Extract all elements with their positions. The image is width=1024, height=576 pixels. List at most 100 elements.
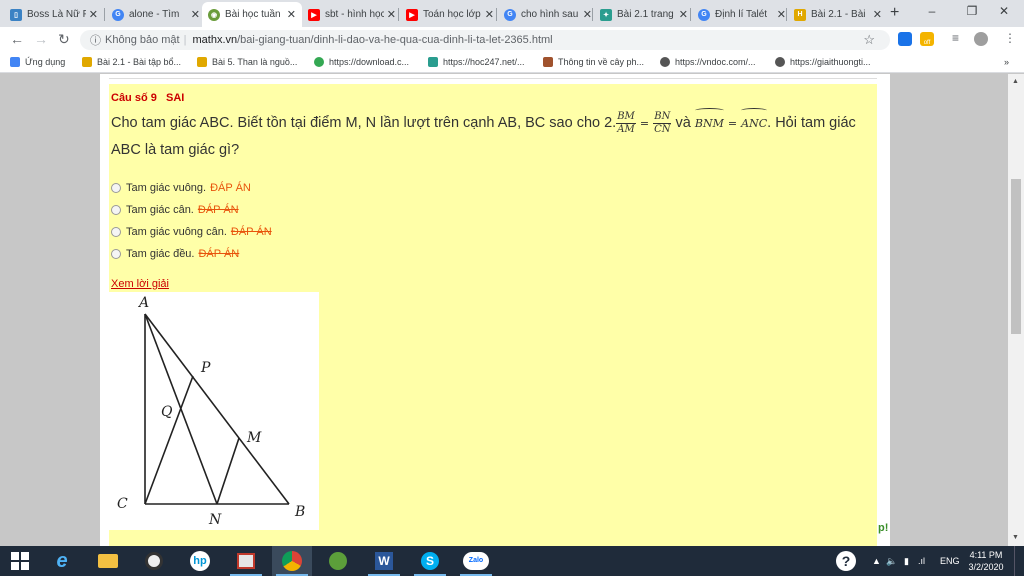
google-icon: G <box>112 8 124 21</box>
minimize-button[interactable]: – <box>912 0 952 22</box>
show-desktop-button[interactable] <box>1014 546 1024 576</box>
option-right-triangle[interactable]: Tam giác vuông. ĐÁP ÁN <box>111 182 251 194</box>
system-clock[interactable]: 4:11 PM 3/2/2020 <box>960 549 1012 573</box>
view-solution-link[interactable]: Xem lời giải <box>111 278 169 290</box>
close-icon[interactable]: ✕ <box>287 8 296 21</box>
tab-bai-hoc-tuan[interactable]: ◉ Bài học tuần ✕ <box>202 2 302 27</box>
hp-icon[interactable]: hp <box>180 546 220 576</box>
greenshot-icon[interactable] <box>318 546 358 576</box>
label-c: C <box>117 496 128 512</box>
bookmark-label: https://giaithuongti... <box>790 57 871 67</box>
answer-mark-struck: ĐÁP ÁN <box>197 204 239 216</box>
reload-icon[interactable]: ↻ <box>58 31 70 48</box>
radio-button[interactable] <box>111 227 121 237</box>
bookmark-item[interactable]: https://hoc247.net/... <box>428 57 525 67</box>
skype-icon[interactable]: S <box>410 546 450 576</box>
bookmark-item[interactable]: Bài 2.1 - Bài tập bổ... <box>82 57 181 67</box>
radio-button[interactable] <box>111 183 121 193</box>
media-icon[interactable] <box>134 546 174 576</box>
signal-icon[interactable]: .ıl <box>918 546 925 576</box>
vertical-scrollbar[interactable]: ▲ ▼ <box>1008 74 1024 546</box>
info-icon[interactable]: ⓘ <box>90 32 101 48</box>
volume-icon[interactable]: 🔈 <box>886 546 897 576</box>
close-icon[interactable]: ✕ <box>873 8 882 21</box>
tab-toan-hoc-lop[interactable]: ▶ Toán học lớp ✕ <box>400 2 500 27</box>
equals-sign: = <box>639 117 650 130</box>
question-text-before: Cho tam giác ABC. Biết tồn tại điểm M, N… <box>111 115 617 131</box>
url-host[interactable]: mathx.vn <box>192 34 237 46</box>
bookmark-label: Bài 5. Than là nguồ... <box>212 57 298 67</box>
tab-dinh-li-talet[interactable]: G Định lí Talét ✕ <box>692 2 792 27</box>
tab-sbt-hinh-hoc[interactable]: ▶ sbt - hình học ✕ <box>302 2 402 27</box>
question-text: Cho tam giác ABC. Biết tồn tại điểm M, N… <box>111 108 876 163</box>
avatar[interactable] <box>974 32 988 46</box>
adblock-off-icon[interactable]: off <box>920 32 934 46</box>
radio-button[interactable] <box>111 249 121 259</box>
youtube-icon: ▶ <box>308 8 320 21</box>
help-icon[interactable]: ? <box>836 546 856 576</box>
chrome-icon[interactable] <box>272 546 312 576</box>
scroll-down-icon[interactable]: ▼ <box>1012 534 1019 541</box>
bookmark-item[interactable]: Bài 5. Than là nguồ... <box>197 57 297 67</box>
back-icon[interactable]: ← <box>10 31 24 47</box>
url-path[interactable]: /bai-giang-tuan/dinh-li-dao-va-he-qua-cu… <box>237 34 553 46</box>
reading-list-icon[interactable]: ≡ <box>952 31 959 45</box>
close-icon[interactable]: ✕ <box>191 8 200 21</box>
windows-taskbar: e hp W S Zalo ? ▲ 🔈 ▮ .ıl ENG 4:11 PM 3/… <box>0 546 1024 576</box>
globe-icon <box>775 57 785 67</box>
scroll-up-icon[interactable]: ▲ <box>1012 78 1019 85</box>
option-right-isosceles-triangle[interactable]: Tam giác vuông cân. ĐÁP ÁN <box>111 226 272 238</box>
show-hidden-icons-icon[interactable]: ▲ <box>872 546 881 576</box>
tab-title: Bài học tuần <box>225 9 281 20</box>
forward-icon[interactable]: → <box>34 31 48 47</box>
language-indicator[interactable]: ENG <box>940 546 960 576</box>
tab-cho-hinh-sau[interactable]: G cho hình sau ✕ <box>498 2 598 27</box>
close-icon[interactable]: ✕ <box>485 8 494 21</box>
close-icon[interactable]: ✕ <box>583 8 592 21</box>
close-icon[interactable]: ✕ <box>89 8 98 21</box>
word-icon[interactable]: W <box>364 546 404 576</box>
tab-title: Boss Là Nữ Phụ <box>27 9 86 20</box>
menu-kebab-icon[interactable]: ⋮ <box>1004 31 1016 45</box>
close-window-button[interactable]: ✕ <box>984 0 1024 22</box>
bookmark-star-icon[interactable]: ☆ <box>863 32 875 48</box>
bookmark-item[interactable]: Thông tin về cây ph... <box>543 57 644 67</box>
option-isosceles-triangle[interactable]: Tam giác cân. ĐÁP ÁN <box>111 204 239 216</box>
tab-google-alone[interactable]: G alone - Tìm ✕ <box>106 2 206 27</box>
ie-icon[interactable]: e <box>42 546 82 576</box>
close-icon[interactable]: ✕ <box>777 8 786 21</box>
option-equilateral-triangle[interactable]: Tam giác đều. ĐÁP ÁN <box>111 248 239 260</box>
bookmark-item[interactable]: https://giaithuongti... <box>775 57 871 67</box>
tab-boss-la-nu-phu[interactable]: ▯ Boss Là Nữ Phụ ✕ <box>4 2 104 27</box>
battery-icon[interactable]: ▮ <box>904 546 909 576</box>
zalo-label: Zalo <box>463 552 489 570</box>
paint-icon[interactable] <box>226 546 266 576</box>
new-tab-button[interactable]: + <box>890 4 899 22</box>
security-label[interactable]: Không bảo mật <box>105 34 180 46</box>
tab-bai-2-1-bai[interactable]: H Bài 2.1 - Bài ✕ <box>788 2 888 27</box>
radio-button[interactable] <box>111 205 121 215</box>
scrollbar-thumb[interactable] <box>1011 179 1021 334</box>
tab-title: Bài 2.1 trang <box>617 9 674 20</box>
bookmark-apps[interactable]: Ứng dụng <box>10 57 65 67</box>
bookmarks-overflow-icon[interactable]: » <box>1004 57 1009 67</box>
apps-icon <box>10 57 20 67</box>
chat-widget-peek[interactable]: p! <box>878 522 888 534</box>
close-icon[interactable]: ✕ <box>679 8 688 21</box>
label-a: A <box>137 295 149 311</box>
fraction-bm-am: BM AM <box>616 111 636 136</box>
tab-bai-2-1-trang[interactable]: ✦ Bài 2.1 trang ✕ <box>594 2 694 27</box>
zalo-icon[interactable]: Zalo <box>456 546 496 576</box>
answer-mark-struck: ĐÁP ÁN <box>198 248 240 260</box>
address-bar[interactable]: ⓘ Không bảo mật | mathx.vn /bai-giang-tu… <box>80 30 890 50</box>
fraction-denominator: CN <box>654 123 671 135</box>
leaf-icon <box>543 57 553 67</box>
extension-shield-icon[interactable] <box>898 32 912 46</box>
bookmark-item[interactable]: https://download.c... <box>314 57 409 67</box>
explorer-icon[interactable] <box>88 546 128 576</box>
bookmark-item[interactable]: https://vndoc.com/... <box>660 57 756 67</box>
bookmarks-bar: Ứng dụng Bài 2.1 - Bài tập bổ... Bài 5. … <box>0 53 1024 73</box>
start-icon[interactable] <box>0 546 40 576</box>
tab-divider <box>786 8 787 21</box>
close-icon[interactable]: ✕ <box>387 8 396 21</box>
